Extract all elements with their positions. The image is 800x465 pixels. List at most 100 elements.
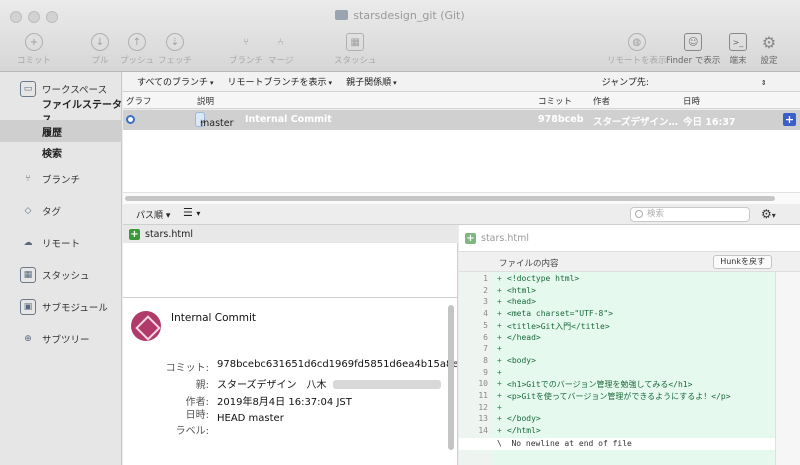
path-sort-dropdown[interactable]: パス順 ▾ (136, 208, 170, 221)
all-branches-dropdown[interactable]: すべてのブランチ ▾ (137, 75, 214, 88)
ancestor-order-dropdown[interactable]: 親子関係順 ▾ (346, 75, 397, 88)
redacted-email (332, 380, 441, 389)
search-placeholder: 検索 (647, 209, 665, 219)
sidebar-item-subtrees[interactable]: ⊕ サブツリー (0, 328, 122, 350)
sidebar-item-history[interactable]: 履歴 (0, 120, 122, 142)
options-gear-dropdown[interactable]: ⚙▾ (761, 207, 776, 221)
show-in-finder-button[interactable]: ☺ Finder で表示 (666, 33, 720, 66)
sidebar-item-search[interactable]: 検索 (0, 141, 122, 163)
details-author-date: 2019年8月4日 16:37:04 JST (217, 397, 352, 408)
line-text: </body> (507, 414, 541, 424)
line-text: <head> (507, 297, 536, 307)
branch-button[interactable]: ⑂ ブランチ (229, 33, 263, 67)
commit-button[interactable]: + コミット (17, 33, 51, 66)
chevron-down-icon: ▾ (393, 79, 397, 87)
diff-line: 2 + <html> (459, 286, 775, 298)
sidebar-item-stashes[interactable]: ▦ スタッシュ (0, 264, 122, 286)
line-number: 11 (478, 391, 488, 400)
sidebar-item-tags[interactable]: ◇ タグ (0, 200, 122, 222)
chevron-down-icon: ▾ (328, 79, 333, 87)
line-number: 7 (483, 344, 488, 354)
revert-hunk-button[interactable]: Hunkを戻す (713, 255, 772, 269)
diff-line: 7 + (459, 344, 775, 356)
branch-icon: ⑂ (243, 36, 249, 48)
column-graph[interactable]: グラフ (126, 95, 152, 107)
stash-label: スタッシュ (334, 56, 377, 66)
commit-details: Internal Commit コミット: 978bcebc631651d6cd… (123, 298, 458, 465)
commit-author: スターズデザイン… (593, 117, 679, 128)
added-marker: + (497, 274, 502, 283)
history-column-header: グラフ 説明 コミット 作者 日時 (123, 92, 800, 109)
history-horizontal-scrollbar[interactable] (123, 192, 800, 204)
diff-line: 6 + </head> (459, 333, 775, 345)
push-button[interactable]: ↑ プッシュ (120, 33, 154, 66)
stash-button[interactable]: ▦ スタッシュ (334, 33, 377, 66)
details-commit-message: Internal Commit (171, 312, 257, 324)
branch-label-tag: ⑂ master (195, 112, 234, 129)
column-date[interactable]: 日時 (683, 95, 700, 107)
sidebar-item-file-status[interactable]: ファイルステータス (0, 100, 122, 126)
add-icon[interactable]: + (783, 113, 796, 126)
merge-button[interactable]: ⑃ マージ (268, 33, 293, 67)
folder-icon (335, 10, 349, 20)
line-number: 3 (483, 297, 488, 307)
history-filter-bar: すべてのブランチ ▾ リモートブランチを表示 ▾ 親子関係順 ▾ ジャンプ先: ⇕ (123, 72, 800, 92)
terminal-button[interactable]: >_ 端末 (729, 33, 747, 66)
column-description[interactable]: 説明 (197, 95, 214, 107)
search-input[interactable]: 検索 (630, 207, 750, 222)
added-marker: + (497, 332, 502, 342)
terminal-label: 端末 (729, 56, 747, 66)
added-marker: + (497, 426, 502, 436)
line-text: <html> (507, 285, 536, 295)
arrow-up-icon: ↑ (128, 33, 146, 51)
added-marker: + (497, 367, 502, 377)
commit-row[interactable]: ⑂ master Internal Commit 978bceb スターズデザイ… (123, 110, 800, 130)
details-date-key: 日時: (185, 410, 209, 421)
arrow-down-icon: ↓ (91, 33, 109, 51)
column-author[interactable]: 作者 (593, 95, 610, 107)
column-commit[interactable]: コミット (538, 95, 572, 107)
sidebar-remotes-label: リモート (42, 239, 81, 250)
commit-date: 今日 16:37 (683, 117, 736, 128)
push-label: プッシュ (120, 56, 155, 66)
workspace-icon: ▭ (20, 81, 36, 97)
line-number: 8 (483, 355, 488, 365)
added-marker: + (497, 402, 502, 412)
submodule-icon: ▣ (20, 299, 36, 315)
settings-button[interactable]: ⚙ 設定 (760, 33, 778, 67)
list-view-dropdown[interactable]: ☰ ▾ (183, 206, 200, 219)
added-marker: + (497, 297, 502, 307)
show-remote-branches-dropdown[interactable]: リモートブランチを表示 ▾ (228, 75, 333, 88)
file-row[interactable]: + stars.html (123, 225, 458, 243)
cloud-icon: ☁ (23, 238, 33, 248)
diff-file-name: stars.html (481, 232, 530, 244)
sidebar-item-remotes[interactable]: ☁ リモート (0, 232, 122, 254)
pull-button[interactable]: ↓ プル (91, 33, 109, 66)
plus-icon: + (25, 33, 43, 51)
stash-icon: ▦ (20, 267, 36, 283)
sidebar-item-submodules[interactable]: ▣ サブモジュール (0, 296, 122, 318)
gear-icon: ⚙ (761, 207, 772, 221)
diff-file-header: + stars.html (459, 225, 800, 251)
fetch-button[interactable]: ⇣ フェッチ (158, 33, 192, 66)
details-vertical-scrollbar[interactable] (448, 305, 454, 450)
line-text: <title>Git入門</title> (507, 321, 610, 331)
branch-name: master (200, 118, 234, 129)
sidebar-item-branches[interactable]: ⑂ ブランチ (0, 168, 122, 190)
line-number: 14 (478, 426, 488, 436)
sidebar-tags-label: タグ (42, 207, 62, 218)
stash-icon: ▦ (346, 33, 365, 51)
line-text: <h1>Gitでのバージョン管理を勉強してみる</h1> (507, 380, 693, 390)
jump-to-dropdown[interactable]: ジャンプ先: ⇕ (602, 75, 767, 88)
details-label-key: ラベル: (175, 426, 209, 437)
avatar (131, 311, 161, 341)
details-parent-value: スターズデザイン 八木 (217, 376, 441, 391)
added-marker: + (497, 344, 502, 354)
scrollbar-thumb[interactable] (125, 196, 775, 201)
diff-line: 8 + <body> (459, 356, 775, 368)
show-remote-button[interactable]: ◍ リモートを表示 (607, 33, 667, 66)
line-number: 5 (483, 320, 488, 330)
added-marker: + (497, 391, 502, 400)
fetch-icon: ⇣ (166, 33, 184, 51)
file-contents-label: ファイルの内容 (499, 259, 559, 269)
